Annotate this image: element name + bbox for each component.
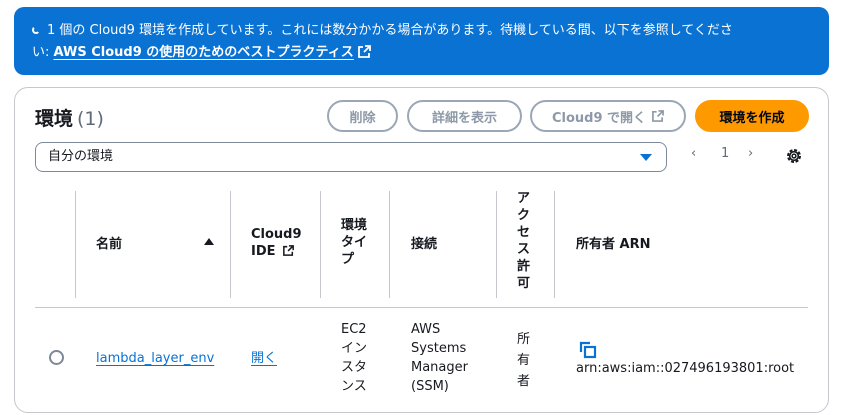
env-type-header-line: タイ — [341, 235, 368, 250]
banner-message: 1 個の Cloud9 環境を作成しています。これには数分かかる場合があります。… — [47, 23, 733, 38]
page-number[interactable]: 1 — [721, 146, 729, 161]
column-divider — [320, 191, 321, 298]
gear-icon[interactable] — [785, 147, 803, 165]
access-char: 所 — [517, 332, 531, 347]
open-in-cloud9-label: Cloud9 で開く — [551, 110, 647, 126]
connection-line: AWS — [411, 322, 441, 337]
copy-icon[interactable] — [579, 341, 597, 359]
title-text: 環境 — [35, 108, 74, 130]
delete-button-label: 削除 — [349, 110, 376, 126]
access-header-char: 許 — [517, 259, 531, 274]
page-title: 環境 (1) — [35, 104, 104, 131]
column-header-connection: 接続 — [411, 237, 438, 252]
table-row-connection: AWS Systems Manager (SSM) — [411, 320, 468, 396]
banner-text-line2: い: AWS Cloud9 の使用のためのベストプラクティス — [32, 42, 813, 64]
create-environment-button[interactable]: 環境を作成 — [695, 100, 809, 132]
table-row-access: 所 有 者 — [517, 329, 530, 392]
previous-page-button[interactable]: ‹ — [691, 146, 696, 161]
banner-text: 1 個の Cloud9 環境を作成しています。これには数分かかる場合があります。… — [32, 20, 813, 42]
access-header-char: ス — [517, 242, 531, 257]
column-header-environment-type: 環境 タイ プ — [341, 217, 367, 268]
env-type-line: スタ — [341, 360, 368, 375]
table-row-owner-arn: arn:aws:iam::027496193801:root — [576, 361, 795, 376]
environment-name-link[interactable]: lambda_layer_env — [96, 351, 214, 366]
sort-ascending-icon[interactable] — [204, 238, 214, 245]
loading-spinner-icon — [32, 26, 40, 34]
connection-line: Systems — [411, 341, 467, 356]
column-header-access: ア ク セ ス 許 可 — [517, 190, 530, 292]
column-divider — [230, 191, 231, 298]
column-divider — [496, 191, 497, 298]
connection-line: (SSM) — [411, 379, 449, 394]
env-type-header-line: プ — [341, 252, 355, 267]
external-link-icon — [283, 245, 294, 256]
open-ide-link[interactable]: 開く — [251, 351, 277, 366]
ide-header-line1: Cloud9 — [251, 227, 302, 242]
delete-button[interactable]: 削除 — [327, 100, 398, 132]
table-row-environment-type: EC2 イン スタ ンス — [341, 320, 367, 396]
column-divider — [554, 191, 555, 298]
column-header-ide: Cloud9 IDE — [251, 226, 302, 260]
next-page-button[interactable]: › — [748, 146, 753, 161]
header-row-divider — [35, 307, 808, 308]
create-environment-label: 環境を作成 — [719, 110, 785, 126]
access-char: 有 — [517, 353, 531, 368]
table-row-ide: 開く — [251, 350, 277, 367]
table-row-name: lambda_layer_env — [96, 350, 214, 367]
column-header-name[interactable]: 名前 — [96, 236, 122, 253]
best-practices-link[interactable]: AWS Cloud9 の使用のためのベストプラクティス — [54, 45, 354, 60]
access-char: 者 — [517, 374, 531, 389]
env-type-line: イン — [341, 341, 368, 356]
access-header-char: セ — [517, 225, 531, 240]
ide-header-line2: IDE — [251, 243, 302, 260]
env-type-line: EC2 — [341, 322, 367, 337]
env-type-header-line: 環境 — [341, 218, 368, 233]
access-header-char: ク — [517, 208, 531, 223]
connection-line: Manager — [411, 360, 468, 375]
external-link-icon — [652, 110, 664, 122]
external-link-icon — [357, 45, 371, 58]
environments-panel: 環境 (1) 削除 詳細を表示 Cloud9 で開く 環境を作成 自分の環境 ‹ … — [14, 87, 829, 413]
access-header-char: 可 — [517, 276, 531, 291]
open-in-cloud9-button[interactable]: Cloud9 で開く — [530, 100, 686, 132]
caret-down-icon — [640, 154, 652, 161]
column-divider — [389, 191, 390, 298]
view-details-button[interactable]: 詳細を表示 — [407, 100, 522, 132]
view-details-label: 詳細を表示 — [431, 110, 497, 126]
environment-count: (1) — [77, 108, 104, 130]
access-header-char: ア — [517, 191, 531, 206]
column-header-owner-arn: 所有者 ARN — [576, 237, 651, 252]
column-divider — [75, 191, 76, 298]
environment-filter-select[interactable]: 自分の環境 — [35, 142, 667, 172]
row-select-radio[interactable] — [49, 350, 64, 365]
env-type-line: ンス — [341, 379, 367, 394]
filter-selected-value: 自分の環境 — [48, 149, 114, 164]
info-flash-banner: 1 個の Cloud9 環境を作成しています。これには数分かかる場合があります。… — [14, 7, 829, 75]
banner-message-cont: い: — [32, 45, 54, 60]
